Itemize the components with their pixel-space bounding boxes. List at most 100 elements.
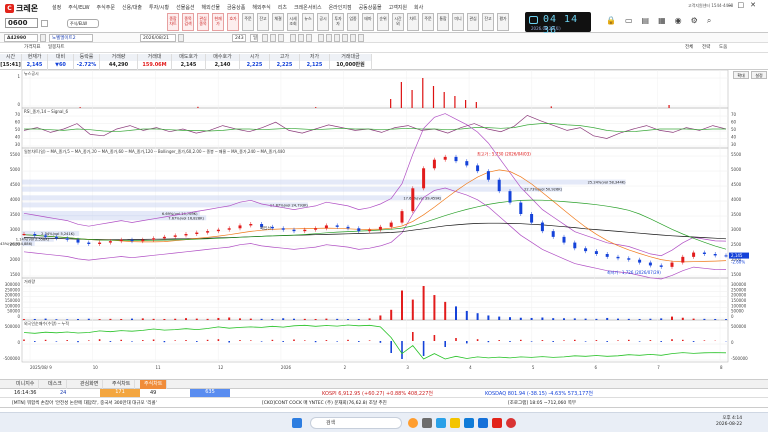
strategy-button[interactable]: 전략 [700,44,713,52]
menu-item[interactable]: 온라인지점 [329,4,352,11]
draw-icon[interactable] [350,34,356,42]
folder-icon[interactable]: ▤ [642,16,650,26]
screen-icon[interactable]: ▭ [625,16,633,26]
search-icon[interactable] [41,20,48,27]
menu-item[interactable]: 해외주식 [252,4,270,11]
system-tray-clock[interactable]: 오후 4:14 2026-08-22 [716,416,742,428]
candle [519,202,523,214]
maximize-icon[interactable]: □ [738,1,745,9]
count-input[interactable]: 243 [232,34,246,42]
menu-item[interactable]: 투자/시황 [149,4,169,11]
stock-code-input[interactable]: A42990 [4,34,38,42]
crosshair-icon[interactable] [342,34,348,42]
menu-item[interactable]: 리츠 [278,4,287,11]
period-button[interactable]: 일 [250,34,258,42]
quick-button[interactable]: 통합 [437,13,449,31]
text-icon[interactable] [358,34,364,42]
menu-item[interactable]: 주식주문 [97,4,115,11]
quick-button[interactable]: 주문 [242,13,254,31]
quick-button[interactable]: 평가 [497,13,509,31]
quick-button[interactable]: 뉴스 [302,13,314,31]
app-taskbar-icon[interactable] [506,418,516,428]
quick-button[interactable]: 업종 [347,13,359,31]
edge-icon[interactable] [436,418,446,428]
quick-button[interactable]: 종목 검색 [182,13,194,31]
menu-item[interactable]: 고객지원 [389,4,407,11]
foreign-bar [520,339,522,341]
refresh-icon[interactable] [306,34,312,42]
calendar-icon[interactable]: ▦ [658,16,666,26]
month-icon[interactable] [270,34,276,42]
lock-icon[interactable]: 🔒 [606,16,616,26]
zoom-out-icon[interactable] [326,34,332,42]
quick-button[interactable]: 종합 차트 [167,13,179,31]
screen-number-input[interactable]: 0600 [5,18,38,28]
quick-button[interactable]: 시세 조회 [287,13,299,31]
quick-button[interactable]: 테마 [362,13,374,31]
quick-button[interactable]: 체결 [272,13,284,31]
store-icon[interactable] [464,418,474,428]
quick-button[interactable]: 시간 외 [392,13,404,31]
quick-button[interactable]: 공시 [317,13,329,31]
quick-button[interactable]: 현재 가 [212,13,224,31]
calendar-icon[interactable] [178,34,184,42]
menu-item[interactable]: 금융상품 [227,4,245,11]
tab-price-indicator[interactable]: 가격지표 [22,44,43,52]
window-tab[interactable]: 주식차트 [108,380,136,389]
chart-canvas[interactable]: 뉴스공시10RSI_종가,14 ─ Signal_670605040307060… [0,69,768,370]
window-tab[interactable]: 관심화면 [76,380,104,389]
menu-item[interactable]: 설정 [52,4,61,11]
quick-button[interactable]: 잔고 [482,13,494,31]
mail-icon[interactable] [478,418,488,428]
news-headline-2[interactable]: [CKO]CONT COCK 매 YNTEC (주) 문재회(76,62.8) … [262,400,387,406]
news-headline-1[interactable]: [MTN] 뭐함씩 손잡아 '안전성 논란에 대답라', 중국서 300만대 대… [12,400,157,406]
window-tab[interactable]: 주식차트 [140,380,168,389]
quick-button[interactable]: 미니 [452,13,464,31]
quick-button[interactable]: 주문 [422,13,434,31]
menu-item[interactable]: 선물옵션 [176,4,194,11]
minimize-icon[interactable]: – [728,1,732,9]
menu-item[interactable]: 해외선물 [202,4,220,11]
market-select[interactable]: 주식/ELW [67,19,99,28]
quick-button[interactable]: 호가 [227,13,239,31]
help-button[interactable]: 도움 [717,44,730,52]
gear-icon[interactable]: ⚙ [691,16,698,26]
search-icon[interactable] [40,34,46,42]
explorer-icon[interactable] [450,418,460,428]
zoom-button[interactable]: 확대 [733,71,749,79]
all-button[interactable]: 전체 [683,44,696,52]
menu-item[interactable]: 회사 [414,4,423,11]
search-icon[interactable]: ⌕ [707,16,711,26]
quick-button[interactable]: 관심 [467,13,479,31]
menu-item[interactable]: 신용/대출 [122,4,142,11]
menu-item[interactable]: 크레온서비스 [294,4,322,11]
menu-item[interactable]: 공동상품몰 [359,4,382,11]
window-tab[interactable]: 미니지수 [12,380,40,389]
zoom-in-icon[interactable] [318,34,324,42]
window-tab[interactable]: 데스크 [44,380,67,389]
task-view-icon[interactable] [422,418,432,428]
settings-icon[interactable] [298,34,304,42]
quick-button[interactable]: 관심 종목 [197,13,209,31]
cursor-icon[interactable] [334,34,340,42]
windows-start-icon[interactable] [292,418,302,428]
price-cell-label: 거래대 [138,54,171,61]
taskbar-search[interactable]: 검색 [310,417,402,429]
quick-button[interactable]: 잔고 [257,13,269,31]
date-input[interactable]: 2026/08/21 [140,34,176,42]
close-icon[interactable]: ✕ [750,1,756,9]
widget-icon[interactable] [408,418,418,428]
camera-icon[interactable]: ◉ [675,16,682,26]
tick-icon[interactable] [290,34,296,42]
settings-button[interactable]: 설정 [751,71,767,79]
price-cell-value: -2.72% [76,62,97,68]
minute-icon[interactable] [278,34,284,42]
news-headline-3[interactable]: [조로그램] 18:05 ~712,060 쪽부 [508,400,576,406]
quick-button[interactable]: 순위 [377,13,389,31]
menu-item[interactable]: 주식/ELW [68,4,89,11]
quick-button[interactable]: 투자 자 [332,13,344,31]
creon-taskbar-icon[interactable] [492,418,502,428]
week-icon[interactable] [262,34,268,42]
quick-button[interactable]: 차트 [407,13,419,31]
tab-daily-chart[interactable]: 일봉차트 [46,44,67,52]
